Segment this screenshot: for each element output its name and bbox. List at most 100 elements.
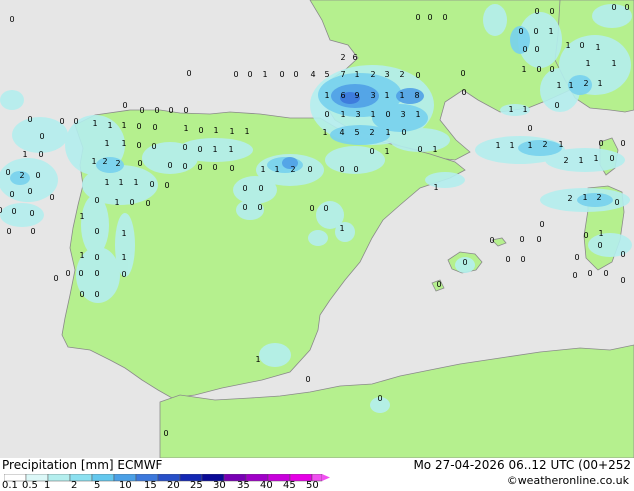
precip-value-label: 0 [293,70,298,79]
precip-value-label: 0 [49,193,54,202]
precip-value-label: 0 [598,139,603,148]
precip-value-label: 0 [121,270,126,279]
colorbar-arrow [322,474,330,481]
precip-value-label: 1 [228,145,233,154]
precip-value-label: 1 [324,91,329,100]
precip-value-label: 0 [212,163,217,172]
precip-value-label: 1 [118,178,123,187]
precip-value-label: 1 [556,81,561,90]
precip-value-label: 0 [154,106,159,115]
colorbar-tick-label: 2 [71,480,78,491]
precip-value-label: 0 [527,124,532,133]
precip-value-label: 6 [340,91,345,100]
colorbar-tick-label: 35 [237,480,250,491]
precip-value-label: 1 [582,193,587,202]
precip-value-label: 2 [563,156,568,165]
precip-value-label: 0 [197,163,202,172]
precip-value-label: 1 [91,157,96,166]
precip-value-label: 0 [11,207,16,216]
precip-value-label: 1 [121,139,126,148]
precip-value-label: 0 [377,394,382,403]
precip-value-label: 0 [462,258,467,267]
precip-value-label: 2 [19,171,24,180]
precip-value-label: 0 [401,128,406,137]
precip-value-label: 1 [385,128,390,137]
precip-value-label: 1 [432,145,437,154]
precip-value-label: 0 [39,132,44,141]
precip-value-label: 1 [213,126,218,135]
precip-value-label: 0 [94,196,99,205]
precip-value-label: 0 [339,165,344,174]
precip-value-label: 0 [35,171,40,180]
precip-value-label: 1 [384,147,389,156]
precip-value-label: 1 [415,110,420,119]
precip-value-label: 4 [339,128,344,137]
precip-value-label: 1 [274,165,279,174]
precip-value-label: 1 [558,140,563,149]
precip-value-label: 1 [79,251,84,260]
precip-value-label: 1 [611,59,616,68]
precip-value-label: 0 [587,269,592,278]
precip-value-label: 0 [182,162,187,171]
colorbar-tick-label: 0.5 [22,480,38,491]
precip-value-label: 0 [305,375,310,384]
precip-value-label: 0 [549,7,554,16]
precip-value-label: 0 [182,143,187,152]
precip-value-label: 1 [521,65,526,74]
precip-value-label: 0 [38,150,43,159]
precip-value-label: 0 [518,27,523,36]
colorbar-tick-label: 0.1 [2,480,18,491]
precip-value-label: 0 [385,110,390,119]
precip-value-label: 0 [417,145,422,154]
precip-value-label: 1 [339,224,344,233]
precip-value-label: 1 [79,212,84,221]
precip-value-label: 2 [115,159,120,168]
precip-value-label: 9 [354,91,359,100]
precip-value-label: 0 [539,220,544,229]
precip-value-label: 0 [603,269,608,278]
precip-value-label: 0 [79,290,84,299]
precip-value-label: 0 [353,165,358,174]
colorbar-tick-label: 10 [119,480,132,491]
precip-value-label: 2 [583,79,588,88]
precip-value-label: 2 [596,193,601,202]
precip-value-label: 1 [133,178,138,187]
precip-value-label: 0 [242,203,247,212]
precip-value-label: 2 [370,70,375,79]
precip-value-label: 0 [149,180,154,189]
precip-value-label: 0 [167,161,172,170]
precip-value-label: 0 [534,45,539,54]
colorbar-tick-label: 1 [44,480,51,491]
precip-value-label: 0 [136,141,141,150]
colorbar-tick-label: 25 [190,480,203,491]
precip-value-label: 1 [22,150,27,159]
precip-value-label: 0 [53,274,58,283]
precip-value-label: 1 [121,253,126,262]
precip-value-label: 0 [122,101,127,110]
precip-value-label: 5 [354,128,359,137]
precip-value-label: 0 [137,159,142,168]
precip-value-label: 0 [94,253,99,262]
precipitation-map: 0 0 0 00 0 0 00 0 12 60 0 1 0 10 0 0 1 0 0 4 5 7 1 2 3 2 0 0 1 0 01 11 1… [0,0,634,458]
precip-value-label: 0 [183,106,188,115]
precip-value-label: 1 [399,91,404,100]
precip-value-label: 0 [442,13,447,22]
precip-value-label: 0 [620,250,625,259]
precip-value-label: 2 [102,157,107,166]
precip-value-label: 0 [197,145,202,154]
precip-value-label: 4 [310,70,315,79]
precip-value-label: 0 [611,3,616,12]
precip-value-label: 0 [279,70,284,79]
precip-value-label: 0 [152,123,157,132]
precip-value-label: 1 [565,41,570,50]
precip-value-label: 0 [536,235,541,244]
precip-value-label: 1 [262,70,267,79]
precip-value-label: 0 [597,241,602,250]
precip-value-label: 2 [369,128,374,137]
precip-value-label: 0 [198,126,203,135]
precip-value-label: 1 [340,110,345,119]
precip-value-label: 1 [121,121,126,130]
precip-value-label: 0 [307,165,312,174]
precip-value-label: 1 [578,156,583,165]
precip-value-label: 2 [290,165,295,174]
